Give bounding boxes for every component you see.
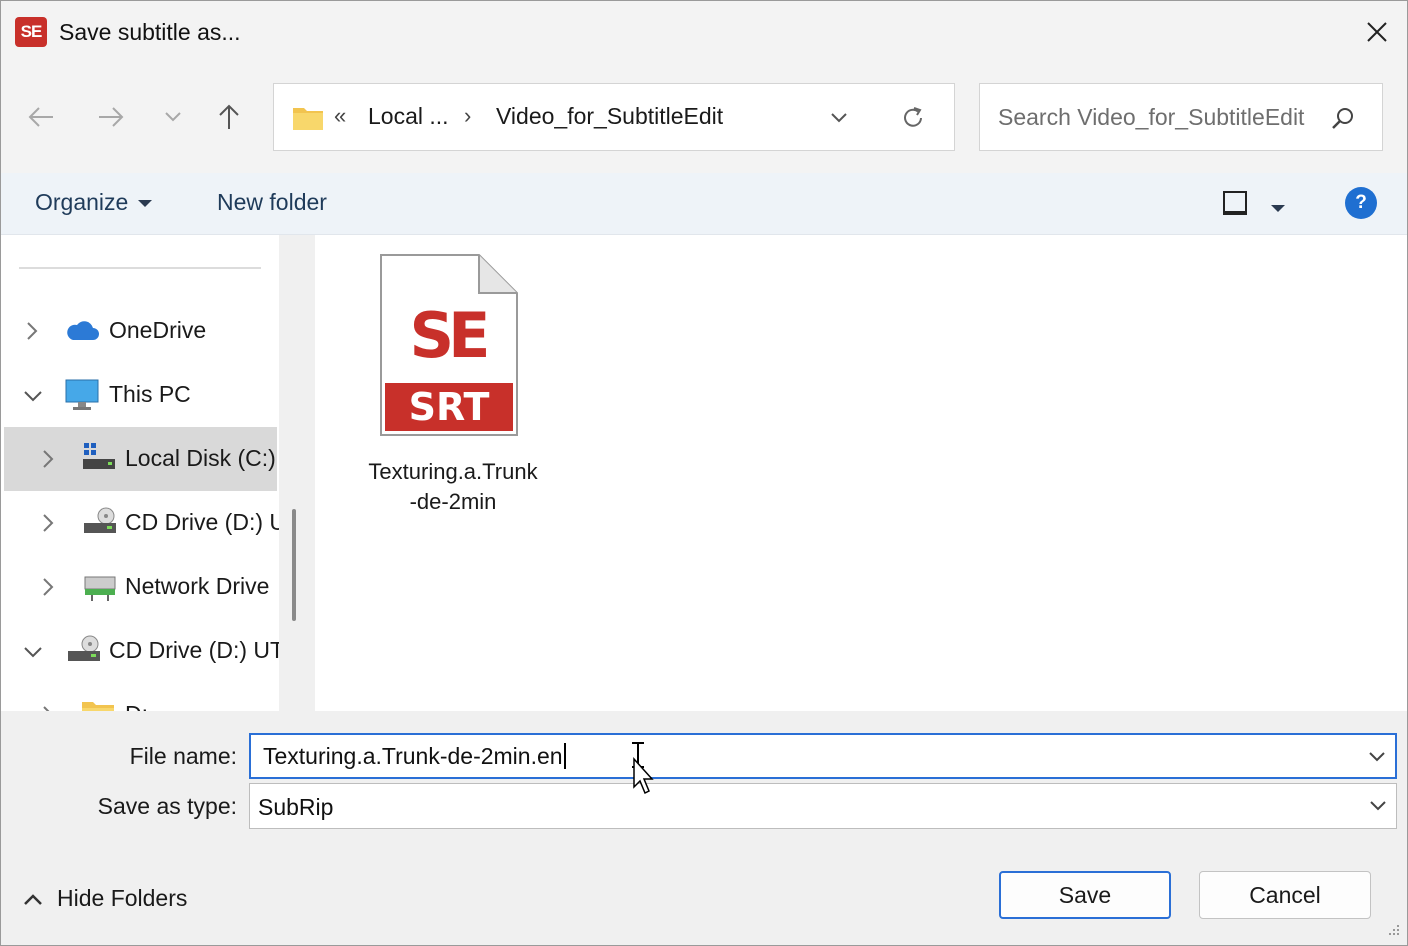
file-name-field[interactable]: Texturing.a.Trunk-de-2min.en [249,733,1397,779]
cd-drive-icon [68,635,100,661]
cloud-icon [67,321,99,340]
breadcrumb-separator[interactable]: › [464,103,471,129]
sidebar-item-label: Local Disk (C:) [125,445,276,471]
recent-locations-button[interactable] [153,97,193,137]
view-options-button[interactable] [1271,200,1285,218]
navigation-bar: « Local ... › Video_for_SubtitleEdit Sea… [1,63,1407,173]
chevron-down-icon [1370,801,1386,811]
back-button[interactable] [21,97,61,137]
cancel-button[interactable]: Cancel [1199,871,1371,919]
srt-file-icon: SRT SE [380,254,518,436]
up-button[interactable] [209,97,249,137]
hide-folders-label: Hide Folders [57,885,188,911]
arrow-up-icon [219,104,239,129]
text-caret [563,743,566,769]
srt-badge-text: SRT [409,385,490,429]
search-box[interactable]: Search Video_for_SubtitleEdit [979,83,1383,151]
arrow-left-icon [28,107,53,127]
sidebar-item-cd-drive-d[interactable]: CD Drive (D:) U [1,491,279,555]
file-name-line-2: -de-2min [409,489,497,514]
drive-icon [83,443,115,469]
monitor-icon [65,379,99,410]
file-name-field-label: File name: [129,743,237,769]
chevron-down-icon[interactable] [23,645,43,659]
sidebar-item-cd-drive-d-ut[interactable]: CD Drive (D:) UT [1,619,279,683]
breadcrumb-local[interactable]: Local ... [368,103,449,130]
save-button[interactable]: Save [999,871,1171,919]
cd-drive-icon [84,507,116,533]
navigation-pane: OneDrive This PC Local Disk (C:) CD Driv… [1,235,279,711]
help-button[interactable]: ? [1345,187,1377,219]
caret-down-icon [138,200,153,208]
command-bar: Organize New folder [1,173,1407,235]
resize-grip-icon[interactable] [1383,921,1403,941]
file-item[interactable]: SRT SE Texturing.a.Trunk -de-2min [353,249,553,514]
save-dialog: SE Save subtitle as... « Local ... › Vid… [0,0,1408,946]
file-name-line-1: Texturing.a.Trunk [368,459,538,484]
search-placeholder[interactable]: Search Video_for_SubtitleEdit [998,104,1304,131]
save-options-panel: File name: Texturing.a.Trunk-de-2min.en … [1,711,1407,945]
nav-scrollbar-thumb[interactable] [292,509,296,621]
folder-icon [82,702,114,711]
save-type-value: SubRip [258,794,334,820]
sidebar-item-label: OneDrive [109,317,207,343]
chevron-right-icon[interactable] [41,449,55,469]
new-folder-button[interactable]: New folder [217,189,327,216]
sidebar-item-label: CD Drive (D:) U [125,509,279,535]
forward-button[interactable] [91,97,131,137]
sidebar-item-this-pc[interactable]: This PC [1,363,279,427]
nav-scrollbar[interactable] [279,235,315,711]
hide-folders-button[interactable]: Hide Folders [23,885,187,912]
file-list: SRT SE Texturing.a.Trunk -de-2min [315,235,1407,711]
sidebar-item-label: This PC [109,381,191,407]
refresh-icon[interactable] [900,105,926,131]
sidebar-item-onedrive[interactable]: OneDrive [1,299,279,363]
save-type-select[interactable]: SubRip [249,783,1397,829]
chevron-down-icon [165,112,181,122]
caret-down-icon [1271,205,1285,213]
sidebar-item-d-folder[interactable]: D: [1,683,279,711]
sidebar-item-network-drive[interactable]: Network Drive [1,555,279,619]
address-dropdown-icon[interactable] [830,106,848,128]
sidebar-item-label: Network Drive [125,573,270,599]
sidebar-item-label: D: [125,701,148,711]
window-title: Save subtitle as... [59,19,241,45]
network-drive-icon [84,576,116,601]
folder-icon [293,108,323,130]
organize-button[interactable]: Organize [35,189,153,216]
organize-label: Organize [35,189,129,215]
chevron-down-icon[interactable] [23,389,43,403]
mouse-cursor-icon [632,742,654,795]
se-logo-text: SE [409,299,486,372]
file-name-value[interactable]: Texturing.a.Trunk-de-2min.en [263,743,566,770]
title-bar: SE Save subtitle as... [1,1,1407,63]
search-icon[interactable] [1330,106,1356,132]
close-icon [1367,22,1387,42]
chevron-down-icon[interactable] [1367,747,1387,767]
address-overflow[interactable]: « [334,103,346,129]
close-button[interactable] [1347,1,1407,63]
save-type-field-label: Save as type: [97,793,237,819]
chevron-right-icon[interactable] [41,577,55,597]
chevron-right-icon[interactable] [25,321,39,341]
file-name-label: Texturing.a.Trunk -de-2min [353,457,553,517]
nav-divider [19,267,261,269]
view-mode-icon[interactable] [1223,191,1247,215]
chevron-up-icon [24,894,42,905]
breadcrumb-current-folder[interactable]: Video_for_SubtitleEdit [496,103,723,130]
sidebar-item-label: CD Drive (D:) UT [109,637,279,663]
address-bar[interactable]: « Local ... › Video_for_SubtitleEdit [273,83,955,151]
arrow-right-icon [99,107,124,127]
sidebar-item-local-disk-c[interactable]: Local Disk (C:) [4,427,277,491]
file-name-text: Texturing.a.Trunk-de-2min.en [263,743,563,769]
subtitle-edit-app-icon: SE [15,17,47,47]
chevron-right-icon[interactable] [41,513,55,533]
